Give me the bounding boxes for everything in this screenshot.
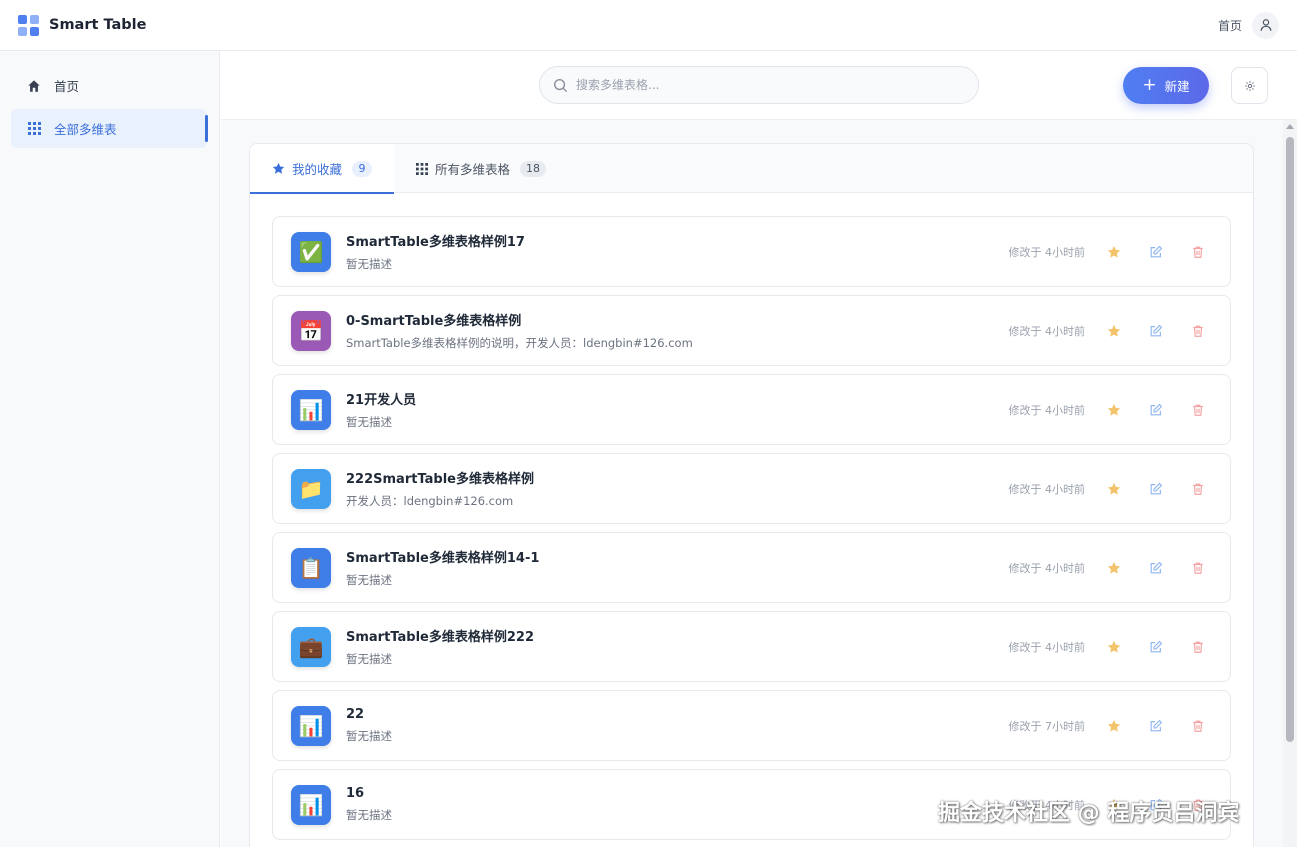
table-title[interactable]: 0-SmartTable多维表格样例 xyxy=(346,310,693,329)
edit-icon[interactable] xyxy=(1148,402,1164,418)
sidebar-item-all-tables[interactable]: 全部多维表 xyxy=(11,109,208,148)
folder-icon: 📁 xyxy=(291,468,331,509)
table-description: 暂无描述 xyxy=(346,808,392,822)
settings-button[interactable] xyxy=(1231,67,1268,104)
table-description: 暂无描述 xyxy=(346,573,392,587)
table-title[interactable]: SmartTable多维表格样例222 xyxy=(346,626,534,645)
tab-count-badge: 9 xyxy=(352,160,373,177)
table-title[interactable]: 16 xyxy=(346,786,392,801)
table-row[interactable]: ✅ SmartTable多维表格样例17 暂无描述 修改于 4小时前 xyxy=(272,216,1231,287)
table-description: 开发人员：ldengbin#126.com xyxy=(346,494,514,508)
top-home-link[interactable]: 首页 xyxy=(1218,17,1242,34)
watermark: 掘金技术社区 @ 程序员吕洞宾 xyxy=(938,801,1240,826)
logo-icon xyxy=(18,14,39,36)
scrollbar-thumb[interactable] xyxy=(1286,137,1294,742)
table-description: 暂无描述 xyxy=(346,652,392,666)
modified-time: 修改于 4小时前 xyxy=(1008,324,1086,338)
tab-all-tables[interactable]: 所有多维表格 18 xyxy=(394,144,568,193)
edit-icon[interactable] xyxy=(1148,718,1164,734)
star-icon[interactable] xyxy=(1106,244,1122,260)
gear-icon xyxy=(1244,80,1255,91)
star-icon xyxy=(272,162,285,174)
sidebar-item-label: 全部多维表 xyxy=(54,122,117,137)
star-icon[interactable] xyxy=(1106,402,1122,418)
search-input[interactable] xyxy=(576,78,936,92)
modified-time: 修改于 7小时前 xyxy=(1008,719,1086,733)
star-icon[interactable] xyxy=(1106,323,1122,339)
table-row[interactable]: 📊 22 暂无描述 修改于 7小时前 xyxy=(272,690,1231,761)
sidebar-item-home[interactable]: 首页 xyxy=(11,66,207,105)
edit-icon[interactable] xyxy=(1148,244,1164,260)
edit-icon[interactable] xyxy=(1148,323,1164,339)
table-row[interactable]: 💼 SmartTable多维表格样例222 暂无描述 修改于 4小时前 xyxy=(272,611,1231,682)
modified-time: 修改于 4小时前 xyxy=(1008,245,1086,259)
table-row[interactable]: 📋 SmartTable多维表格样例14-1 暂无描述 修改于 4小时前 xyxy=(272,532,1231,603)
delete-icon[interactable] xyxy=(1190,323,1206,339)
clipboard-icon: 📋 xyxy=(291,547,331,588)
table-description: 暂无描述 xyxy=(346,415,392,429)
user-icon[interactable] xyxy=(1252,11,1279,39)
top-bar: Smart Table 首页 xyxy=(0,0,1297,51)
grid-icon xyxy=(416,162,429,175)
star-icon[interactable] xyxy=(1106,718,1122,734)
plus-icon: + xyxy=(1142,75,1157,95)
calendar-icon: 📅 xyxy=(291,310,331,351)
table-title[interactable]: 22 xyxy=(346,707,392,722)
new-table-button[interactable]: + 新建 xyxy=(1123,67,1209,104)
star-icon[interactable] xyxy=(1106,481,1122,497)
table-row[interactable]: 📁 222SmartTable多维表格样例 开发人员：ldengbin#126.… xyxy=(272,453,1231,524)
table-row[interactable]: 📊 21开发人员 暂无描述 修改于 4小时前 xyxy=(272,374,1231,445)
star-icon[interactable] xyxy=(1106,639,1122,655)
modified-time: 修改于 4小时前 xyxy=(1008,482,1086,496)
table-description: 暂无描述 xyxy=(346,729,392,743)
search-icon xyxy=(553,78,568,92)
table-title[interactable]: SmartTable多维表格样例17 xyxy=(346,231,525,250)
new-button-label: 新建 xyxy=(1164,79,1190,94)
checkmark-icon: ✅ xyxy=(291,231,331,272)
edit-icon[interactable] xyxy=(1148,639,1164,655)
modified-time: 修改于 4小时前 xyxy=(1008,403,1086,417)
edit-icon[interactable] xyxy=(1148,560,1164,576)
sidebar: 首页 全部多维表 xyxy=(0,51,220,847)
bar-chart-icon: 📊 xyxy=(291,784,331,825)
table-title[interactable]: 21开发人员 xyxy=(346,389,416,408)
table-title[interactable]: 222SmartTable多维表格样例 xyxy=(346,468,534,487)
app-title: Smart Table xyxy=(49,17,147,33)
modified-time: 修改于 4小时前 xyxy=(1008,640,1086,654)
bar-chart-icon: 📊 xyxy=(291,705,331,746)
briefcase-icon: 💼 xyxy=(291,626,331,667)
delete-icon[interactable] xyxy=(1190,718,1206,734)
tab-label: 所有多维表格 xyxy=(435,162,511,177)
delete-icon[interactable] xyxy=(1190,244,1206,260)
main-header: + 新建 xyxy=(221,51,1297,120)
tab-bar: 我的收藏 9 所有多维表格 18 xyxy=(250,144,1253,194)
star-icon[interactable] xyxy=(1106,560,1122,576)
bar-chart-icon: 📊 xyxy=(291,389,331,430)
table-list: ✅ SmartTable多维表格样例17 暂无描述 修改于 4小时前 📅 0-S… xyxy=(272,216,1231,847)
tab-label: 我的收藏 xyxy=(292,162,343,177)
tables-panel: 我的收藏 9 所有多维表格 18 ✅ SmartTable多维表格样例17 暂无… xyxy=(249,143,1254,847)
table-description: 暂无描述 xyxy=(346,257,392,271)
table-row[interactable]: 📅 0-SmartTable多维表格样例 SmartTable多维表格样例的说明… xyxy=(272,295,1231,366)
modified-time: 修改于 4小时前 xyxy=(1008,561,1086,575)
table-description: SmartTable多维表格样例的说明，开发人员：ldengbin#126.co… xyxy=(346,336,693,350)
tab-count-badge: 18 xyxy=(520,160,547,177)
delete-icon[interactable] xyxy=(1190,639,1206,655)
edit-icon[interactable] xyxy=(1148,481,1164,497)
grid-icon xyxy=(27,122,41,136)
scroll-up-arrow-icon[interactable] xyxy=(1286,124,1294,129)
delete-icon[interactable] xyxy=(1190,560,1206,576)
delete-icon[interactable] xyxy=(1190,481,1206,497)
scrollbar[interactable] xyxy=(1283,120,1297,847)
search-box[interactable] xyxy=(539,66,979,104)
sidebar-item-label: 首页 xyxy=(54,79,80,94)
home-icon xyxy=(27,79,41,93)
table-title[interactable]: SmartTable多维表格样例14-1 xyxy=(346,547,539,566)
tab-favorites[interactable]: 我的收藏 9 xyxy=(250,144,395,194)
delete-icon[interactable] xyxy=(1190,402,1206,418)
